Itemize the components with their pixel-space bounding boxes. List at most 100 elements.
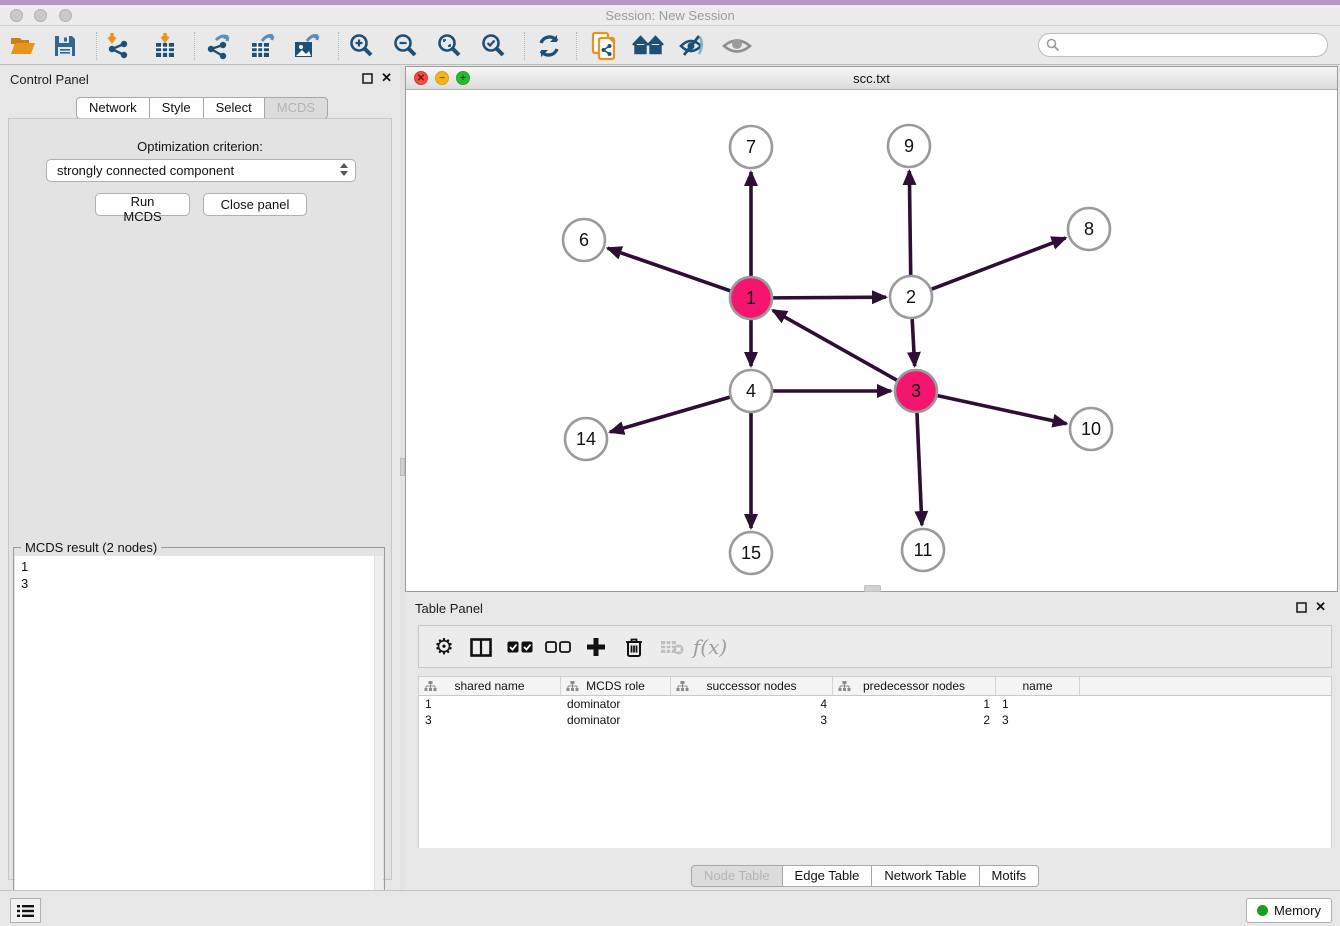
graph-edge-2-3[interactable]: [912, 319, 915, 366]
node-table: shared name MCDS role successor nodes pr…: [418, 676, 1332, 848]
table-row[interactable]: 1 dominator 4 1 1: [419, 696, 1331, 712]
search-input[interactable]: [1038, 33, 1328, 57]
hide-details-icon[interactable]: [675, 30, 709, 62]
import-network-icon[interactable]: [101, 30, 135, 62]
close-panel-button[interactable]: Close panel: [203, 193, 307, 216]
network-canvas[interactable]: 7968124314101511: [406, 90, 1337, 591]
mcds-result-group: MCDS result (2 nodes) 1 3: [13, 547, 385, 921]
cell-shared-name[interactable]: 1: [419, 696, 561, 712]
result-scrollbar[interactable]: [374, 556, 383, 919]
export-image-icon[interactable]: [289, 30, 323, 62]
tab-motifs[interactable]: Motifs: [980, 865, 1040, 887]
cell-predecessor-nodes[interactable]: 2: [833, 712, 996, 728]
toolbar-separator: [194, 32, 195, 60]
column-label: successor nodes: [706, 679, 796, 693]
graph-node-label: 2: [906, 287, 916, 307]
memory-button[interactable]: Memory: [1246, 898, 1332, 923]
cell-mcds-role[interactable]: dominator: [561, 712, 671, 728]
tab-mcds[interactable]: MCDS: [265, 97, 328, 119]
column-header-name[interactable]: name: [996, 677, 1080, 695]
refresh-view-icon[interactable]: [532, 30, 566, 62]
zoom-selected-icon[interactable]: [477, 30, 511, 62]
graph-node-label: 8: [1084, 219, 1094, 239]
select-all-icon[interactable]: [503, 631, 537, 663]
select-chevrons-icon: [340, 163, 348, 176]
close-table-panel-icon[interactable]: ✕: [1315, 600, 1326, 614]
graph-edge-4-14[interactable]: [610, 397, 730, 432]
table-row[interactable]: 3 dominator 3 2 3: [419, 712, 1331, 728]
tab-select[interactable]: Select: [204, 97, 265, 119]
column-label: predecessor nodes: [863, 679, 965, 693]
network-graph: 7968124314101511: [406, 90, 1337, 591]
search-field: [1038, 33, 1328, 57]
list-icon: [17, 904, 34, 918]
zoom-in-icon[interactable]: [345, 30, 379, 62]
graph-node-label: 15: [741, 543, 761, 563]
toolbar-separator: [524, 32, 525, 60]
toolbar-separator: [576, 32, 577, 60]
add-column-icon[interactable]: [579, 631, 613, 663]
column-header-shared-name[interactable]: shared name: [419, 677, 561, 695]
main-toolbar: [0, 26, 1340, 65]
graph-edge-3-1[interactable]: [773, 310, 897, 380]
zoom-fit-icon[interactable]: [433, 30, 467, 62]
network-view-window: ✕ − + scc.txt 7968124314101511: [405, 66, 1338, 592]
graph-edge-1-6[interactable]: [608, 248, 731, 291]
tab-node-table[interactable]: Node Table: [691, 865, 783, 887]
zoom-out-icon[interactable]: [389, 30, 423, 62]
control-panel: Control Panel ✕ Network Style Select MCD…: [0, 66, 400, 890]
criterion-value: strongly connected component: [57, 163, 234, 178]
delete-column-icon[interactable]: [617, 631, 651, 663]
import-table-icon[interactable]: [148, 30, 182, 62]
show-details-icon[interactable]: [720, 30, 754, 62]
graph-edge-3-10[interactable]: [937, 396, 1066, 424]
column-header-mcds-role[interactable]: MCDS role: [561, 677, 671, 695]
network-window-titlebar[interactable]: ✕ − + scc.txt: [406, 67, 1337, 90]
cell-successor-nodes[interactable]: 4: [671, 696, 833, 712]
tab-style[interactable]: Style: [150, 97, 204, 119]
graph-edge-1-2[interactable]: [773, 297, 886, 298]
graph-edge-2-8[interactable]: [932, 238, 1066, 289]
cell-mcds-role[interactable]: dominator: [561, 696, 671, 712]
split-table-icon[interactable]: [464, 631, 498, 663]
column-settings-icon[interactable]: ⚙: [427, 631, 461, 663]
memory-label: Memory: [1274, 903, 1321, 918]
mcds-result-textarea[interactable]: 1 3: [15, 556, 383, 919]
cell-name[interactable]: 1: [996, 696, 1080, 712]
first-neighbors-icon[interactable]: [631, 30, 665, 62]
cell-predecessor-nodes[interactable]: 1: [833, 696, 996, 712]
float-panel-icon[interactable]: [362, 73, 373, 84]
column-header-successor-nodes[interactable]: successor nodes: [671, 677, 833, 695]
titlebar: Session: New Session: [0, 5, 1340, 26]
export-table-icon[interactable]: [245, 30, 279, 62]
task-history-button[interactable]: [10, 898, 41, 923]
graph-node-label: 10: [1081, 419, 1101, 439]
open-session-icon[interactable]: [6, 30, 40, 62]
graph-edge-2-9[interactable]: [909, 171, 910, 275]
delete-table-icon[interactable]: [655, 631, 689, 663]
split-pane-handle[interactable]: [864, 585, 881, 592]
run-mcds-button[interactable]: Run MCDS: [95, 193, 190, 216]
column-header-predecessor-nodes[interactable]: predecessor nodes: [833, 677, 996, 695]
graph-node-label: 4: [746, 381, 756, 401]
cell-successor-nodes[interactable]: 3: [671, 712, 833, 728]
tab-edge-table[interactable]: Edge Table: [783, 865, 873, 887]
fx-label: f(x): [693, 635, 727, 659]
graph-node-label: 1: [746, 288, 756, 308]
export-network-icon[interactable]: [201, 30, 235, 62]
float-table-panel-icon[interactable]: [1296, 602, 1307, 613]
criterion-select[interactable]: strongly connected component: [46, 159, 356, 182]
save-session-icon[interactable]: [48, 30, 82, 62]
clone-network-icon[interactable]: [587, 30, 621, 62]
graph-edge-3-11[interactable]: [917, 413, 922, 525]
tab-network[interactable]: Network: [76, 97, 150, 119]
close-panel-icon[interactable]: ✕: [381, 71, 392, 85]
mcds-panel: Optimization criterion: strongly connect…: [8, 118, 392, 880]
cell-shared-name[interactable]: 3: [419, 712, 561, 728]
control-panel-tabs: Network Style Select MCDS: [76, 97, 328, 119]
memory-status-icon: [1257, 905, 1268, 916]
cell-name[interactable]: 3: [996, 712, 1080, 728]
deselect-all-icon[interactable]: [541, 631, 575, 663]
tab-network-table[interactable]: Network Table: [872, 865, 979, 887]
apply-function-icon[interactable]: f(x): [693, 631, 727, 663]
